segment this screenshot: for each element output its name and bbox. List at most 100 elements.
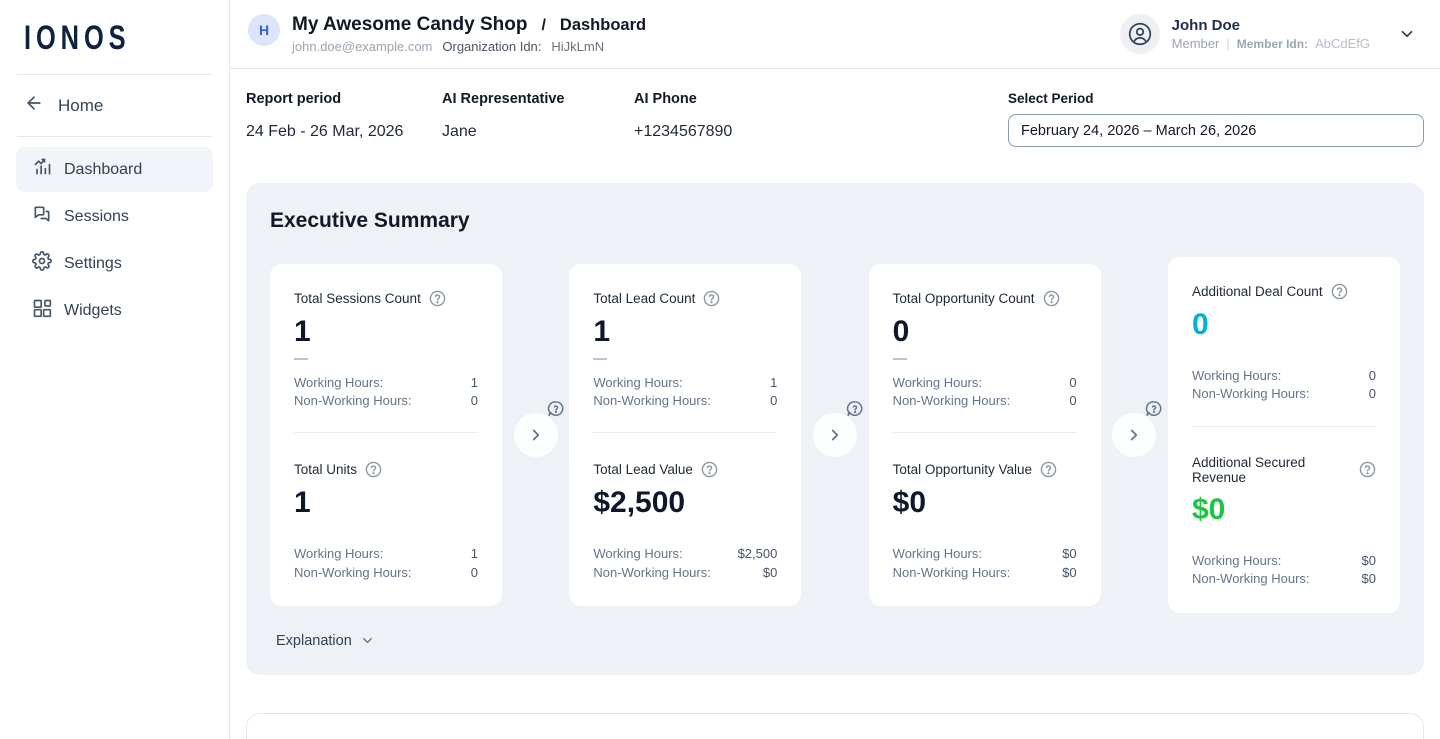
- nonworking-hours-value: $0: [1362, 570, 1376, 588]
- title-block: My Awesome Candy Shop / Dashboard john.d…: [292, 14, 646, 54]
- metric-underline: [593, 358, 607, 360]
- working-hours-value: 1: [471, 374, 478, 392]
- working-hours-value: $2,500: [738, 545, 778, 563]
- report-period-label: Report period: [246, 91, 442, 107]
- user-avatar-icon: [1120, 14, 1160, 54]
- nonworking-hours-value: 0: [471, 392, 478, 410]
- member-idn-label: Member Idn:: [1237, 37, 1308, 51]
- report-period-value: 24 Feb - 26 Mar, 2026: [246, 123, 442, 141]
- select-period-block: Select Period: [1008, 91, 1424, 147]
- metric-card-leads: Total Lead Count 1 Working Hours: 1 Non-W…: [569, 264, 801, 607]
- working-hours-value: 1: [471, 545, 478, 563]
- nonworking-hours-label: Non-Working Hours:: [294, 392, 412, 410]
- working-hours-label: Working Hours:: [1192, 367, 1281, 385]
- app-root: IONOS Home Dashboard Sessions: [0, 0, 1440, 739]
- working-hours-label: Working Hours:: [893, 545, 982, 563]
- ionos-logo: IONOS: [0, 0, 229, 74]
- chevron-down-icon[interactable]: [1398, 25, 1416, 43]
- ai-representative-label: AI Representative: [442, 91, 634, 107]
- nonworking-hours-value: 0: [1369, 385, 1376, 403]
- executive-summary-section: Executive Summary Total Sessions Count 1…: [246, 183, 1424, 675]
- working-hours-value: 0: [1069, 374, 1076, 392]
- working-hours-value: $0: [1362, 552, 1376, 570]
- working-hours-value: $0: [1062, 545, 1076, 563]
- metric-label: Additional Deal Count: [1192, 284, 1323, 299]
- member-idn-value: AbCdEfG: [1315, 36, 1370, 51]
- user-meta: John Doe Member | Member Idn: AbCdEfG: [1172, 17, 1370, 51]
- metric-label: Total Lead Count: [593, 291, 695, 306]
- nonworking-hours-label: Non-Working Hours:: [1192, 385, 1310, 403]
- chevron-right-button[interactable]: [813, 413, 857, 457]
- working-hours-value: 1: [770, 374, 777, 392]
- nonworking-hours-value: 0: [1069, 392, 1076, 410]
- help-circle-icon[interactable]: [429, 290, 446, 307]
- user-role: Member: [1172, 36, 1220, 51]
- working-hours-label: Working Hours:: [1192, 552, 1281, 570]
- card-connector: [801, 413, 868, 457]
- home-label: Home: [58, 96, 103, 116]
- metric-label: Additional Secured Revenue: [1192, 455, 1351, 485]
- nonworking-hours-label: Non-Working Hours:: [294, 564, 412, 582]
- arrow-left-icon: [24, 93, 44, 118]
- explanation-label: Explanation: [276, 633, 352, 649]
- metric-label: Total Lead Value: [593, 462, 693, 477]
- report-info-bar: Report period 24 Feb - 26 Mar, 2026 AI R…: [230, 69, 1440, 167]
- explanation-toggle[interactable]: Explanation: [270, 627, 381, 659]
- card-divider: [593, 432, 777, 433]
- working-hours-label: Working Hours:: [593, 545, 682, 563]
- header-subline: john.doe@example.com Organization Idn: H…: [292, 39, 646, 54]
- help-circle-icon[interactable]: [1040, 461, 1057, 478]
- metric-cards-row: Total Sessions Count 1 Working Hours:1 N…: [270, 257, 1400, 613]
- help-circle-icon[interactable]: [1331, 283, 1348, 300]
- metric-value: 1: [593, 315, 777, 348]
- sidebar-item-sessions[interactable]: Sessions: [16, 194, 213, 239]
- metric-card-additional: Additional Deal Count 0 Working Hours:0 …: [1168, 257, 1400, 613]
- gear-icon: [32, 251, 52, 276]
- chevron-down-icon: [360, 633, 375, 648]
- ai-phone-field: AI Phone +1234567890: [634, 91, 854, 141]
- nonworking-hours-value: 0: [770, 392, 777, 410]
- sidebar-item-widgets[interactable]: Widgets: [16, 288, 213, 333]
- help-circle-icon[interactable]: [1359, 461, 1376, 478]
- metric-card-sessions: Total Sessions Count 1 Working Hours:1 N…: [270, 264, 502, 607]
- message-question-icon[interactable]: [845, 399, 865, 424]
- sidebar-item-label: Widgets: [64, 302, 122, 320]
- page-title: Dashboard: [560, 16, 646, 35]
- message-question-icon[interactable]: [1144, 399, 1164, 424]
- metric-underline: [893, 358, 907, 360]
- ai-phone-value: +1234567890: [634, 123, 854, 141]
- nonworking-hours-label: Non-Working Hours:: [593, 392, 711, 410]
- help-circle-icon[interactable]: [703, 290, 720, 307]
- sidebar-item-home[interactable]: Home: [0, 75, 229, 136]
- metric-value: $0: [1192, 493, 1376, 526]
- sidebar-item-settings[interactable]: Settings: [16, 241, 213, 286]
- metric-value: 1: [294, 486, 478, 519]
- sidebar-item-dashboard[interactable]: Dashboard: [16, 147, 213, 192]
- sidebar-item-label: Sessions: [64, 208, 129, 226]
- nonworking-hours-label: Non-Working Hours:: [893, 392, 1011, 410]
- card-divider: [893, 432, 1077, 433]
- user-menu[interactable]: John Doe Member | Member Idn: AbCdEfG: [1120, 14, 1416, 54]
- working-hours-label: Working Hours:: [294, 374, 383, 392]
- nonworking-hours-value: 0: [471, 564, 478, 582]
- card-connector: [1101, 413, 1168, 457]
- sidebar-nav: Dashboard Sessions Settings Widgets: [0, 137, 229, 343]
- metric-card-opportunities: Total Opportunity Count 0 Working Hours:…: [869, 264, 1101, 607]
- help-circle-icon[interactable]: [365, 461, 382, 478]
- message-question-icon[interactable]: [546, 399, 566, 424]
- ionos-logo-text: IONOS: [24, 18, 131, 58]
- nonworking-hours-value: $0: [763, 564, 777, 582]
- metric-value: $2,500: [593, 486, 777, 519]
- chevron-right-button[interactable]: [1112, 413, 1156, 457]
- user-name: John Doe: [1172, 17, 1370, 34]
- help-circle-icon[interactable]: [1043, 290, 1060, 307]
- dashboard-chart-icon: [32, 157, 52, 182]
- pipe-divider: |: [1226, 36, 1229, 51]
- working-hours-label: Working Hours:: [294, 545, 383, 563]
- select-period-input[interactable]: [1008, 114, 1424, 147]
- content-area: Report period 24 Feb - 26 Mar, 2026 AI R…: [230, 69, 1440, 739]
- org-idn-value: HiJkLmN: [551, 39, 604, 54]
- help-circle-icon[interactable]: [701, 461, 718, 478]
- sidebar-item-label: Dashboard: [64, 161, 142, 179]
- chevron-right-button[interactable]: [514, 413, 558, 457]
